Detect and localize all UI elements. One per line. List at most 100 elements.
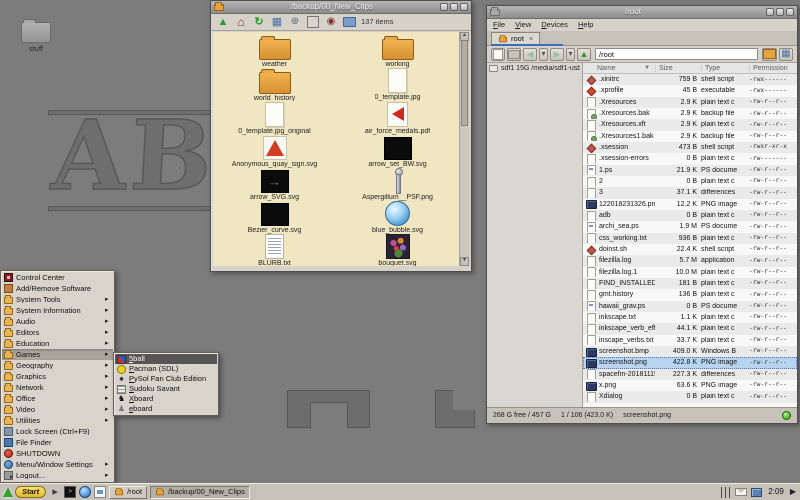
file-row[interactable]: 2 0 B plain text c -rw-r--r-- <box>583 176 797 187</box>
clips-titlebar[interactable]: /backup/00_New_Clips <box>211 1 471 14</box>
minimize-button[interactable] <box>440 3 448 11</box>
start-menu-item[interactable]: Geography ▸ <box>2 360 113 371</box>
quick-launch-icon[interactable] <box>64 486 76 498</box>
file-row[interactable]: 122018231326.png 12.2 K PNG image -rw-r-… <box>583 199 797 210</box>
toolbar-button-icon[interactable] <box>306 15 320 29</box>
file-item[interactable]: working <box>336 35 459 68</box>
submenu-item[interactable]: eboard <box>115 404 217 414</box>
start-menu-item[interactable]: Graphics ▸ <box>2 371 113 382</box>
toolbar-button-icon[interactable] <box>288 15 302 29</box>
toolbar-button-icon[interactable] <box>324 15 338 29</box>
file-row[interactable]: screenshot.png 422.8 K PNG image -rw-r--… <box>583 357 797 368</box>
start-menu-item[interactable]: Add/Remove Software <box>2 283 113 294</box>
submenu-item[interactable]: PySol Fan Club Edition <box>115 374 217 384</box>
file-row[interactable]: .Xresources1.bak 2.9 K backup file -rw-r… <box>583 131 797 142</box>
scrollbar-thumb[interactable] <box>461 40 468 126</box>
tab-close-icon[interactable]: × <box>529 36 533 43</box>
toolbar-button-icon[interactable] <box>507 48 521 61</box>
toolbar-button-icon[interactable] <box>252 15 266 29</box>
file-row[interactable]: .Xresources.xft 2.9 K plain text c -rw-r… <box>583 119 797 130</box>
sort-indicator-icon[interactable]: ▼ <box>644 65 655 71</box>
maximize-button[interactable] <box>776 8 784 16</box>
file-row[interactable]: screenshot.bmp 409.0 K Windows B -rw-r--… <box>583 346 797 357</box>
file-row[interactable]: hawaii_grav.ps 0 B PS docume -rw-r--r-- <box>583 301 797 312</box>
file-row[interactable]: css_working.txt 936 B plain text c -rw-r… <box>583 233 797 244</box>
file-item[interactable]: world_history <box>213 68 336 101</box>
tray-expand-icon[interactable]: ▶ <box>790 488 797 496</box>
toolbar-button-icon[interactable] <box>539 48 548 61</box>
start-menu-item[interactable]: Audio ▸ <box>2 316 113 327</box>
file-item[interactable]: 0_template.jpg <box>336 68 459 101</box>
file-row[interactable]: .Xresources.bak 2.9 K backup file -rw-r-… <box>583 108 797 119</box>
file-row[interactable]: 1.ps 21.9 K PS docume -rw-r--r-- <box>583 165 797 176</box>
toolbar-button-icon[interactable] <box>550 48 564 61</box>
menubar-item[interactable]: Help <box>578 21 593 29</box>
toolbar-button-icon[interactable] <box>234 15 248 29</box>
submenu-item[interactable]: Sudoku Savant <box>115 384 217 394</box>
file-row[interactable]: inkscape_verb_effects.txt 44.1 K plain t… <box>583 323 797 334</box>
file-row[interactable]: .xsession 473 B shell script -rwxr-xr-x <box>583 142 797 153</box>
menubar-item[interactable]: File <box>493 21 505 29</box>
start-menu-item[interactable]: Editors ▸ <box>2 327 113 338</box>
file-row[interactable]: Xdialog 0 B plain text c -rw-r--r-- <box>583 391 797 402</box>
file-item[interactable]: arrow_set_BW.svg <box>336 135 459 168</box>
submenu-item[interactable]: Xboard <box>115 394 217 404</box>
toolbar-button-icon[interactable] <box>523 48 537 61</box>
file-row[interactable]: .xprofile 45 B executable -rwx------ <box>583 85 797 96</box>
column-header-permission[interactable]: Permission <box>749 65 797 72</box>
scroll-down-icon[interactable]: ▼ <box>460 257 469 266</box>
file-item[interactable]: weather <box>213 35 336 68</box>
file-item[interactable]: Aspergillum__PSF.png <box>336 168 459 201</box>
file-row[interactable]: .Xresources 2.9 K plain text c -rw-r--r-… <box>583 97 797 108</box>
tray-icon[interactable] <box>721 487 731 498</box>
file-row[interactable]: inscape_verbs.txt 33.7 K plain text c -r… <box>583 335 797 346</box>
start-menu-item[interactable]: SHUTDOWN <box>2 448 113 459</box>
toolbar-button-icon[interactable] <box>342 15 356 29</box>
start-menu-item[interactable]: Games ▸ <box>2 349 113 360</box>
file-item[interactable]: 0_template.jpg_original <box>213 101 336 134</box>
start-button[interactable]: Start <box>3 486 46 498</box>
task-button[interactable]: /root <box>109 486 147 499</box>
quick-launch-icon[interactable] <box>94 486 106 498</box>
toolbar-button-icon[interactable] <box>216 15 230 29</box>
quick-launch-icon[interactable] <box>79 486 91 498</box>
file-item[interactable]: arrow_SVG.svg <box>213 168 336 201</box>
minimize-button[interactable] <box>766 8 774 16</box>
file-row[interactable]: .xsession-errors 0 B plain text c -rw---… <box>583 153 797 164</box>
file-item[interactable]: BLURB.txt <box>213 234 336 266</box>
start-menu-item[interactable]: Network ▸ <box>2 382 113 393</box>
file-row[interactable]: doinst.sh 22.4 K shell script -rw-r--r-- <box>583 244 797 255</box>
task-button[interactable]: /backup/00_New_Clips <box>150 486 250 499</box>
toolbar-button-icon[interactable] <box>762 48 777 61</box>
start-menu-item[interactable]: System Tools ▸ <box>2 294 113 305</box>
file-row[interactable]: x.png 63.6 K PNG image -rw-r--r-- <box>583 380 797 391</box>
file-item[interactable]: Anonymous_quay_sign.svg <box>213 135 336 168</box>
toolbar-button-icon[interactable] <box>491 48 505 61</box>
file-row[interactable]: gmt.history 136 B plain text c -rw-r--r-… <box>583 289 797 300</box>
file-item[interactable]: bouquet.svg <box>336 234 459 266</box>
quick-launch-icon[interactable] <box>49 486 61 498</box>
file-row[interactable]: spacefm-20181115.patch 227.3 K differenc… <box>583 369 797 380</box>
menubar-item[interactable]: View <box>515 21 531 29</box>
root-titlebar[interactable]: /root <box>487 6 797 19</box>
column-header-size[interactable]: Size <box>655 65 701 72</box>
start-menu-item[interactable]: Office ▸ <box>2 393 113 404</box>
file-row[interactable]: inkscape.txt 1.1 K plain text c -rw-r--r… <box>583 312 797 323</box>
start-menu-item[interactable]: Logout... ▸ <box>2 470 113 481</box>
path-input[interactable] <box>595 48 758 60</box>
menubar-item[interactable]: Devices <box>541 21 568 29</box>
toolbar-button-icon[interactable] <box>566 48 575 61</box>
file-item[interactable]: Bezier_curve.svg <box>213 201 336 234</box>
file-row[interactable]: 3 37.1 K differences -rw-r--r-- <box>583 187 797 198</box>
start-menu-item[interactable]: Education ▸ <box>2 338 113 349</box>
start-menu-item[interactable]: Utilities ▸ <box>2 415 113 426</box>
device-item[interactable]: sdf1 15G /media/sdf1-usb- <box>489 65 580 72</box>
start-menu-item[interactable]: File Finder <box>2 437 113 448</box>
start-menu-item[interactable]: Lock Screen (Ctrl+F9) <box>2 426 113 437</box>
file-row[interactable]: .xinitrc 759 B shell script -rwx------ <box>583 74 797 85</box>
file-item[interactable]: air_force_medals.pdf <box>336 101 459 134</box>
tray-icon[interactable] <box>735 488 747 496</box>
column-header-type[interactable]: Type <box>701 65 749 72</box>
file-row[interactable]: adb 0 B plain text c -rw-r--r-- <box>583 210 797 221</box>
file-row[interactable]: filezilla.log 5.7 M application -rw-r--r… <box>583 255 797 266</box>
